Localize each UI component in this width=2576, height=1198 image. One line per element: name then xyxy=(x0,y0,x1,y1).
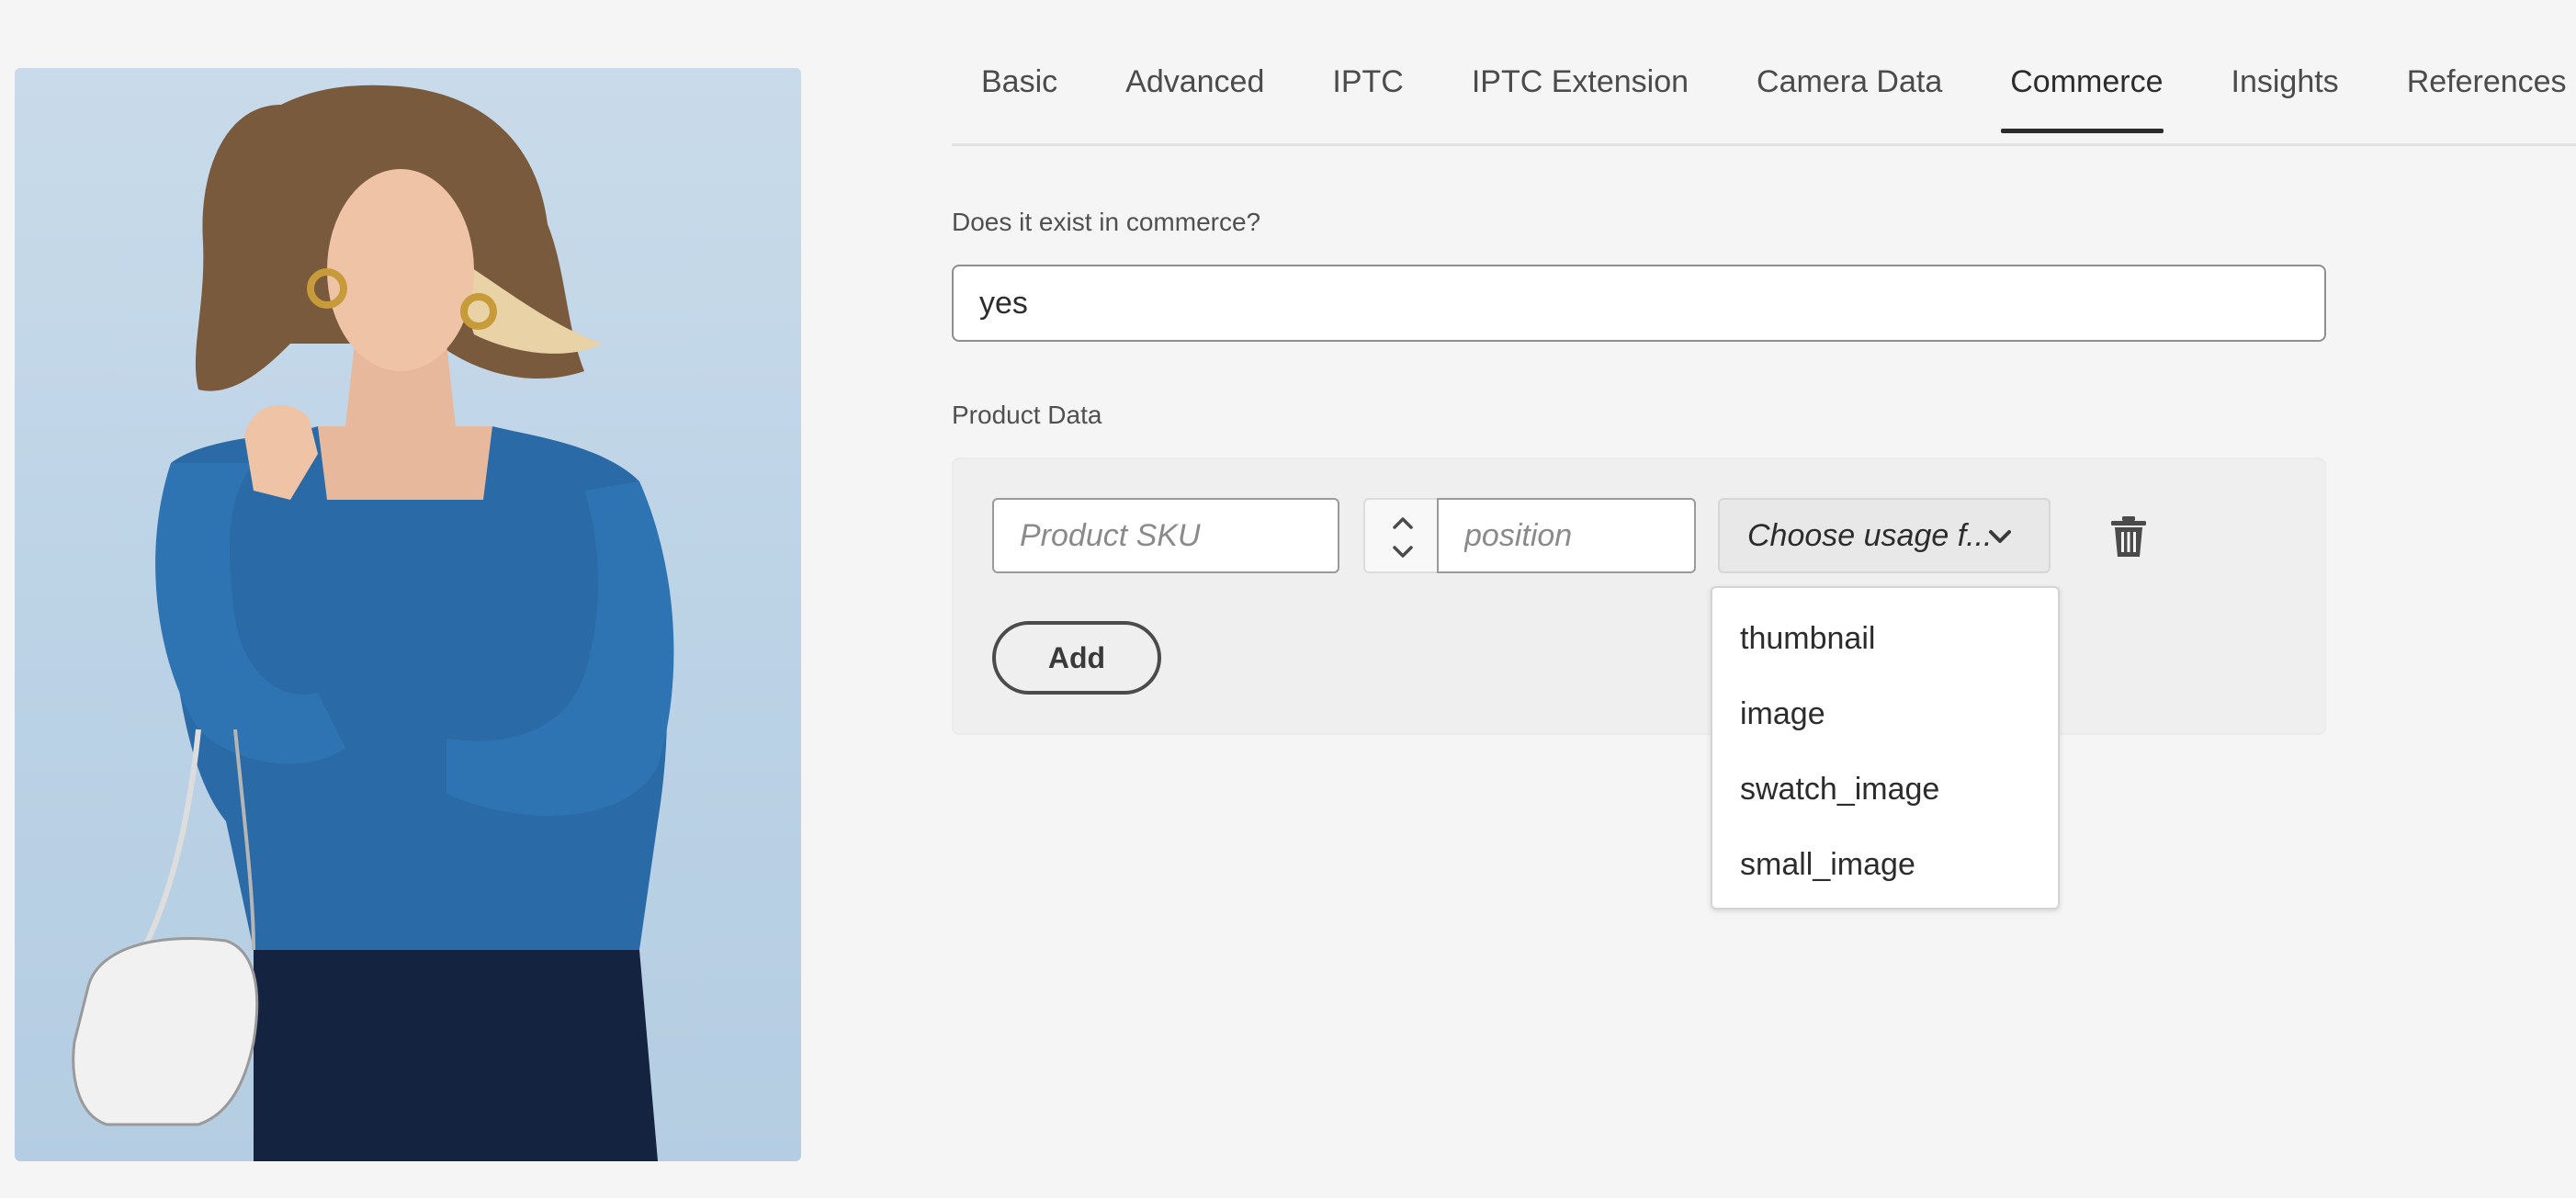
exists-in-commerce-label: Does it exist in commerce? xyxy=(952,208,1261,236)
tab-references[interactable]: References xyxy=(2407,51,2567,130)
chevron-up-down-icon xyxy=(1393,517,1413,558)
tab-advanced[interactable]: Advanced xyxy=(1125,51,1264,130)
trash-icon[interactable] xyxy=(2109,514,2148,559)
tab-commerce[interactable]: Commerce xyxy=(2001,51,2164,133)
tab-iptc-extension[interactable]: IPTC Extension xyxy=(1472,51,1689,130)
menu-item-swatch-image[interactable]: swatch_image xyxy=(1712,752,2058,827)
position-input[interactable] xyxy=(1437,498,1696,573)
tab-camera-data[interactable]: Camera Data xyxy=(1757,51,1942,130)
add-product-button[interactable]: Add xyxy=(992,621,1161,695)
product-sku-input[interactable] xyxy=(992,498,1339,573)
position-stepper[interactable] xyxy=(1363,498,1439,573)
menu-item-small-image[interactable]: small_image xyxy=(1712,827,2058,902)
metadata-tabs: Basic Advanced IPTC IPTC Extension Camer… xyxy=(952,51,2576,146)
tab-insights[interactable]: Insights xyxy=(2231,51,2339,130)
usage-picker-value: Choose usage f... xyxy=(1747,518,1993,553)
chevron-down-icon xyxy=(1989,530,2011,543)
product-data-label: Product Data xyxy=(952,401,1102,429)
asset-properties-page: Basic Advanced IPTC IPTC Extension Camer… xyxy=(0,0,2576,1198)
asset-preview-image xyxy=(15,68,801,1161)
usage-dropdown-menu: thumbnail image swatch_image small_image xyxy=(1711,586,2060,910)
model-photo-illustration xyxy=(72,85,674,1161)
tab-basic[interactable]: Basic xyxy=(981,51,1057,130)
tab-iptc[interactable]: IPTC xyxy=(1332,51,1403,130)
exists-in-commerce-field[interactable] xyxy=(952,265,2326,342)
menu-item-image[interactable]: image xyxy=(1712,676,2058,752)
usage-picker[interactable]: Choose usage f... xyxy=(1718,498,2051,573)
menu-item-thumbnail[interactable]: thumbnail xyxy=(1712,601,2058,676)
